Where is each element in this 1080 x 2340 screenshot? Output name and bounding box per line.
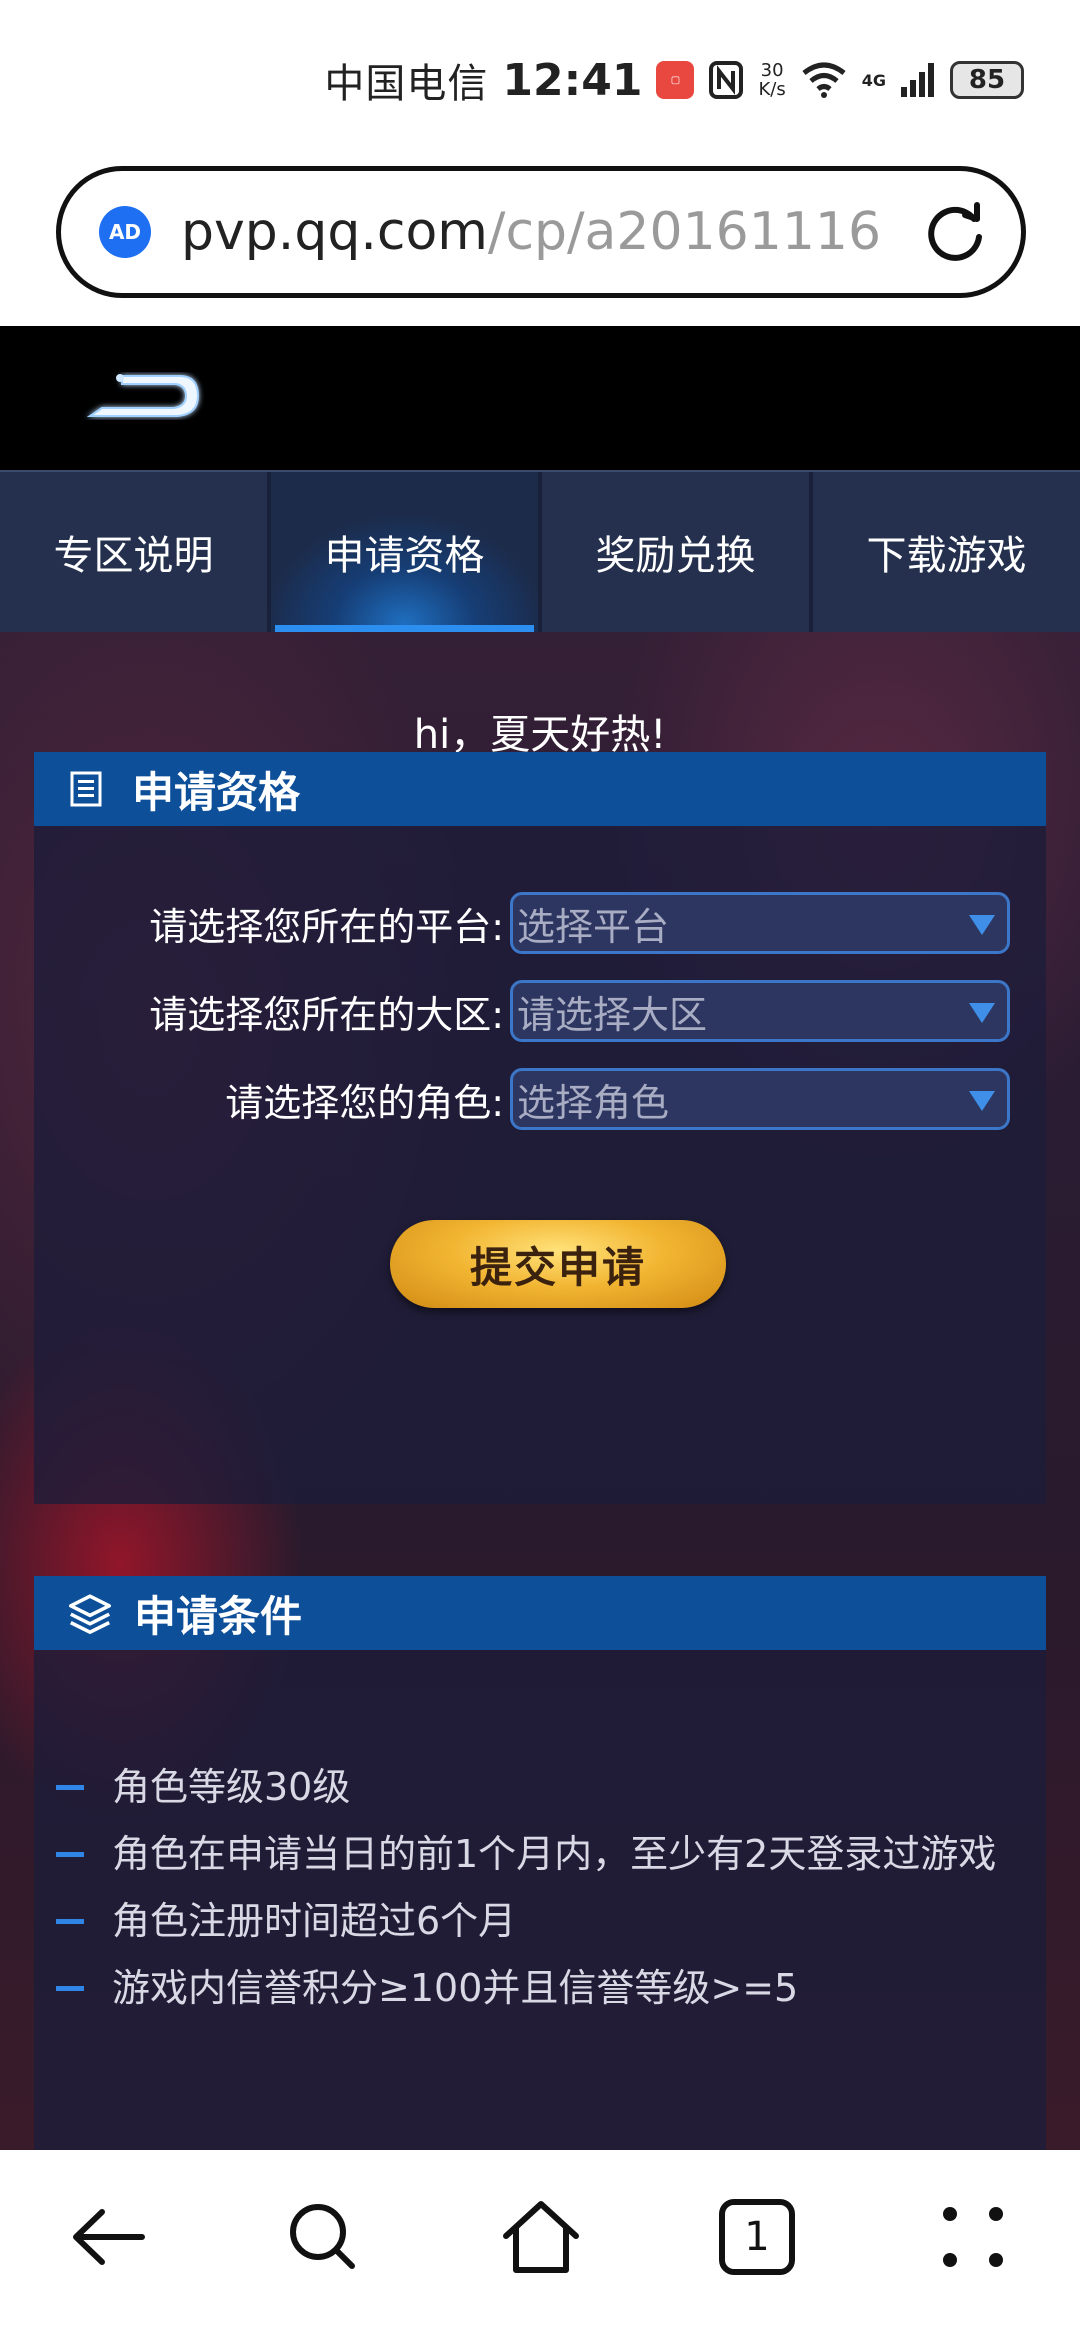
home-icon[interactable] [496,2192,586,2282]
back-logo-icon[interactable] [80,362,210,432]
document-icon [70,771,102,807]
conditions-list: 角色等级30级 角色在申请当日的前1个月内，至少有2天登录过游戏 角色注册时间超… [34,1754,1046,2022]
submit-application-button[interactable]: 提交申请 [390,1220,726,1308]
platform-placeholder: 选择平台 [517,904,670,949]
panel-title: 申请条件 [134,1591,303,1641]
dropdown-arrow-icon [969,915,995,935]
list-item: 角色等级30级 [34,1754,1046,1821]
tabs-button[interactable]: 1 [712,2192,802,2282]
bullet-dash-icon [56,1852,84,1857]
server-row: 请选择您所在的大区: 请选择大区 [34,980,1046,1042]
role-placeholder: 选择角色 [517,1080,670,1125]
tab-label: 奖励兑换 [595,533,756,579]
carrier-label: 中国电信 [324,61,489,107]
reload-icon[interactable] [921,197,991,267]
status-indicators: 中国电信 12:41 ▢ 30 K/s 4G 85 [324,52,1024,108]
condition-text: 角色等级30级 [112,1765,351,1809]
tab-reward-exchange[interactable]: 奖励兑换 [542,472,813,632]
wifi-icon [802,62,846,98]
list-item: 角色在申请当日的前1个月内，至少有2天登录过游戏 [34,1821,1046,1888]
platform-row: 请选择您所在的平台: 选择平台 [34,892,1046,954]
signal-icon [901,63,934,97]
apply-panel: 申请资格 请选择您所在的平台: 选择平台 请选择您所在的大区: 请选择大区 请选… [34,752,1046,1504]
bullet-dash-icon [56,1986,84,1991]
address-bar[interactable]: AD pvp.qq.com/cp/a20161116ty [56,166,1026,298]
ad-block-icon[interactable]: AD [99,206,151,258]
tab-zone-info[interactable]: 专区说明 [0,472,271,632]
condition-text: 游戏内信誉积分≥100并且信誉等级>=5 [112,1966,799,2010]
bullet-dash-icon [56,1919,84,1924]
network-type-label: 4G [861,70,886,90]
url-path: /cp/a20161116ty [487,202,881,262]
tab-label: 下载游戏 [866,533,1027,579]
tab-download-game[interactable]: 下载游戏 [813,472,1080,632]
tab-label: 申请资格 [324,533,485,579]
status-bar: 中国电信 12:41 ▢ 30 K/s 4G 85 [0,0,1080,155]
huawei-store-icon: ▢ [656,61,695,99]
browser-bottom-nav: 1 [0,2150,1080,2340]
more-menu-icon[interactable] [928,2192,1018,2282]
web-page: 专区说明 申请资格 奖励兑换 下载游戏 hi，夏天好热! 申请资格 请选择您所在… [0,326,1080,2150]
speed-unit: K/s [758,79,786,100]
bullet-dash-icon [56,1785,84,1790]
header-bar [0,326,1080,470]
condition-text: 角色注册时间超过6个月 [112,1899,517,1943]
role-label: 请选择您的角色: [225,1081,504,1125]
dropdown-arrow-icon [969,1091,995,1111]
role-row: 请选择您的角色: 选择角色 [34,1068,1046,1130]
role-select[interactable]: 选择角色 [510,1068,1010,1130]
panel-header: 申请条件 [34,1576,1046,1650]
server-placeholder: 请选择大区 [517,992,708,1037]
tab-nav: 专区说明 申请资格 奖励兑换 下载游戏 [0,470,1080,632]
server-label: 请选择您所在的大区: [149,993,504,1037]
search-icon[interactable] [278,2192,368,2282]
platform-select[interactable]: 选择平台 [510,892,1010,954]
url-host: pvp.qq.com [181,202,488,262]
layers-icon [69,1594,111,1634]
list-item: 游戏内信誉积分≥100并且信誉等级>=5 [34,1955,1046,2022]
clock: 12:41 [502,54,643,106]
battery-indicator: 85 [950,61,1024,99]
server-select[interactable]: 请选择大区 [510,980,1010,1042]
tab-label: 专区说明 [53,533,214,579]
speed-value: 30 [760,60,784,81]
back-arrow-icon[interactable] [64,2192,154,2282]
tab-count: 1 [744,2214,770,2260]
panel-header: 申请资格 [34,752,1046,826]
nfc-icon [709,61,744,99]
panel-title: 申请资格 [132,767,301,817]
conditions-panel: 申请条件 角色等级30级 角色在申请当日的前1个月内，至少有2天登录过游戏 角色… [34,1576,1046,2150]
platform-label: 请选择您所在的平台: [149,905,504,949]
url-field[interactable]: pvp.qq.com/cp/a20161116ty [181,202,881,262]
dropdown-arrow-icon [969,1003,995,1023]
network-speed: 30 K/s [758,61,785,99]
tab-apply[interactable]: 申请资格 [271,472,542,632]
condition-text: 角色在申请当日的前1个月内，至少有2天登录过游戏 [112,1832,997,1876]
list-item: 角色注册时间超过6个月 [34,1888,1046,1955]
